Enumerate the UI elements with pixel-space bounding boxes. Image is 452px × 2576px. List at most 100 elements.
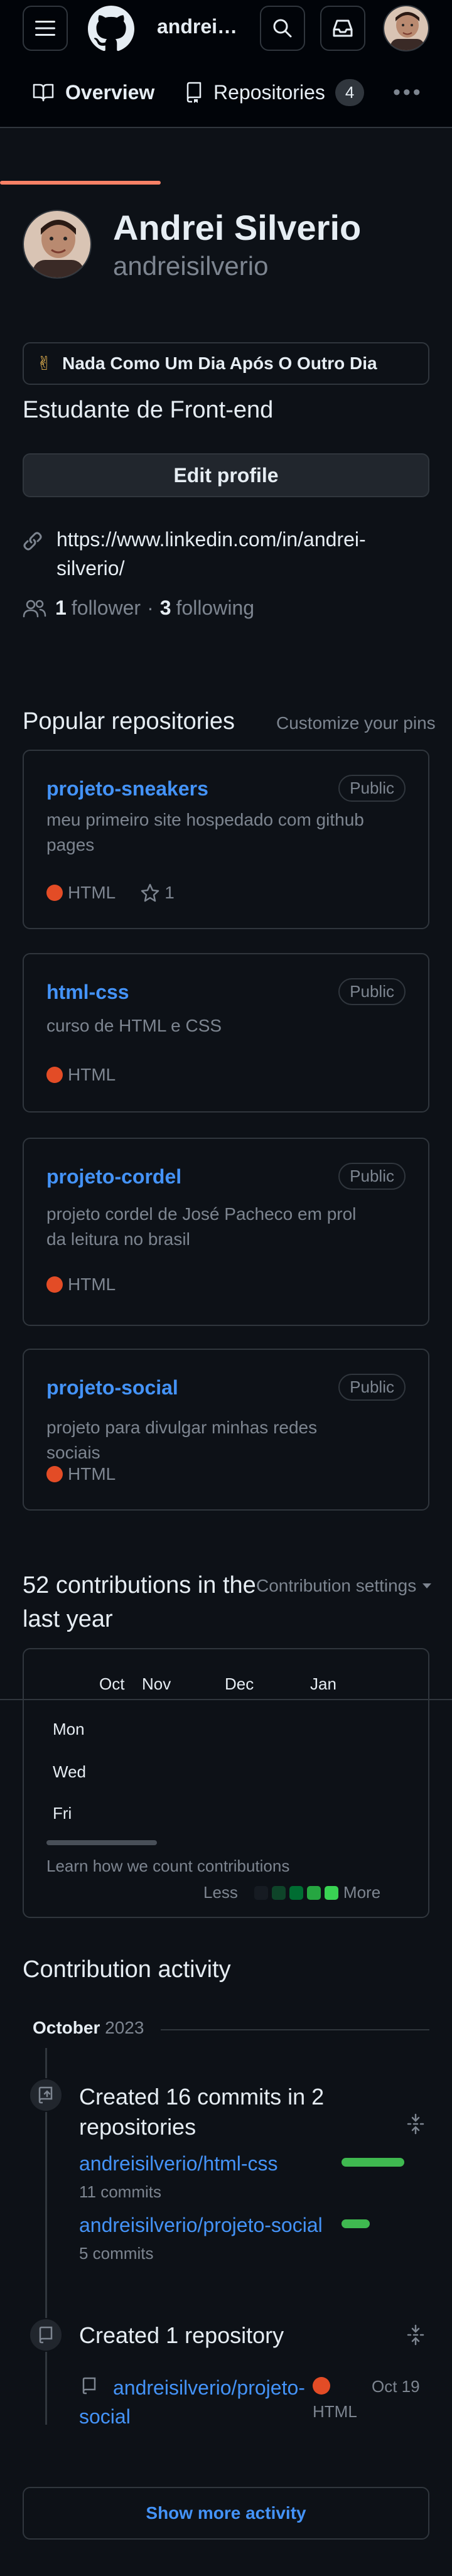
- link-icon: [23, 532, 42, 551]
- popular-repos-heading: Popular repositories: [23, 708, 235, 735]
- edit-profile-button[interactable]: Edit profile: [23, 453, 429, 497]
- kebab-horizontal-icon: •••: [393, 80, 423, 104]
- legend-less: Less: [203, 1883, 238, 1902]
- contribution-legend: Less More: [203, 1883, 380, 1902]
- created-repo-date: Oct 19: [372, 2377, 420, 2396]
- following-count: 3: [159, 596, 171, 619]
- created-repo-language-label: HTML: [313, 2402, 357, 2421]
- commit-share-bar: [342, 2158, 404, 2167]
- collapse-button[interactable]: [407, 2113, 424, 2138]
- link-icon-wrap: [23, 531, 43, 554]
- activity-month: October: [33, 2018, 100, 2037]
- status-text: Nada Como Um Dia Após O Outro Dia: [62, 353, 377, 373]
- github-logo[interactable]: [88, 6, 134, 52]
- follow-separator: ·: [147, 596, 154, 619]
- pinned-repo-card: projeto-social Public projeto para divul…: [23, 1349, 429, 1511]
- following-link[interactable]: 3 following: [160, 596, 254, 620]
- followers-link[interactable]: 1 follower: [55, 596, 141, 620]
- menu-button[interactable]: [23, 6, 68, 51]
- tab-repositories-label: Repositories: [213, 80, 325, 104]
- legend-cell: [289, 1885, 303, 1900]
- fold-icon: [407, 2113, 424, 2135]
- customize-pins-link[interactable]: Customize your pins: [276, 713, 436, 733]
- commit-count-link[interactable]: 5 commits: [79, 2244, 153, 2263]
- repo-icon: [39, 2326, 53, 2344]
- contributions-heading: 52 contributions in the last year: [23, 1572, 256, 1632]
- calendar-divider: [0, 1699, 452, 1700]
- followers-label: follower: [71, 596, 141, 619]
- repositories-count-badge: 4: [335, 78, 365, 106]
- more-tabs-button[interactable]: •••: [393, 80, 423, 105]
- weekday-label: Mon: [53, 1720, 85, 1738]
- stargazers-link[interactable]: 1: [141, 883, 175, 903]
- weekday-label: Wed: [53, 1762, 86, 1781]
- repo-link[interactable]: html-css: [46, 981, 129, 1004]
- repo-link[interactable]: projeto-cordel: [46, 1165, 181, 1188]
- avatar-image: [24, 211, 90, 278]
- repo-language: HTML: [68, 1464, 116, 1484]
- commit-count-link[interactable]: 11 commits: [79, 2182, 161, 2202]
- calendar-scrollbar[interactable]: [46, 1840, 157, 1845]
- star-count: 1: [164, 883, 175, 902]
- legend-cell: [324, 1885, 338, 1900]
- fold-icon: [407, 2324, 424, 2346]
- repo-language: HTML: [68, 1065, 116, 1084]
- top-header: andrei…: [0, 0, 452, 57]
- commit-repo-link[interactable]: andreisilverio/projeto-social: [79, 2214, 323, 2237]
- pinned-repo-card: projeto-cordel Public projeto cordel de …: [23, 1138, 429, 1326]
- show-more-activity-button[interactable]: Show more activity: [23, 2487, 429, 2540]
- legend-cell: [254, 1885, 268, 1900]
- tab-overview[interactable]: Overview: [33, 57, 154, 128]
- commit-activity-icon: [29, 2078, 63, 2112]
- search-button[interactable]: [260, 6, 305, 51]
- repo-language: HTML: [68, 1275, 116, 1294]
- repo-description: meu primeiro site hospedado com github p…: [46, 810, 364, 854]
- repo-description: projeto cordel de José Pacheco em prol d…: [46, 1204, 357, 1249]
- commits-activity-title: Created 16 commits in 2 repositories: [79, 2084, 325, 2140]
- month-divider: [161, 2029, 429, 2030]
- profile-login: andreisilverio: [113, 251, 269, 281]
- profile-avatar[interactable]: [23, 210, 92, 279]
- repo-meta: HTML: [46, 1065, 116, 1085]
- tab-repositories[interactable]: Repositories 4: [186, 57, 365, 128]
- hamburger-icon: [35, 21, 55, 36]
- commit-repo-link[interactable]: andreisilverio/html-css: [79, 2152, 278, 2175]
- profile-tabs: Overview Repositories 4 •••: [0, 57, 452, 185]
- profile-bio: Estudante de Front-end: [23, 397, 274, 423]
- status-message[interactable]: ✌ Nada Como Um Dia Após O Outro Dia: [23, 342, 429, 385]
- repo-icon: [186, 82, 202, 103]
- legend-cell: [271, 1885, 286, 1900]
- inbox-icon: [333, 19, 353, 37]
- repo-link[interactable]: projeto-social: [46, 1376, 178, 1399]
- following-label: following: [176, 596, 255, 619]
- header-avatar[interactable]: [383, 5, 429, 51]
- star-icon: [141, 883, 159, 902]
- contribution-settings-button[interactable]: Contribution settings: [256, 1576, 433, 1596]
- profile-website-link[interactable]: https://www.linkedin.com/in/andrei-silve…: [56, 525, 408, 583]
- language-color-dot: [46, 1067, 63, 1083]
- legend-cell: [306, 1885, 321, 1900]
- learn-contributions-link[interactable]: Learn how we count contributions: [46, 1857, 289, 1876]
- visibility-badge: Public: [338, 775, 406, 802]
- header-username[interactable]: andrei…: [157, 15, 237, 38]
- language-color-dot: [313, 2377, 330, 2395]
- collapse-button[interactable]: [407, 2324, 424, 2349]
- visibility-badge: Public: [338, 1163, 406, 1190]
- repo-meta: HTML: [46, 1275, 116, 1295]
- contribution-settings-label: Contribution settings: [256, 1576, 417, 1595]
- month-label: Dec: [225, 1674, 254, 1693]
- created-repo-link[interactable]: andreisilverio/projeto-social: [79, 2373, 311, 2431]
- people-icon: [23, 600, 46, 617]
- repo-language: HTML: [68, 883, 116, 902]
- visibility-badge: Public: [338, 978, 406, 1005]
- create-repo-activity-icon: [29, 2318, 63, 2352]
- repo-link[interactable]: projeto-sneakers: [46, 777, 208, 800]
- search-icon: [273, 19, 292, 38]
- follow-stats: 1 follower · 3 following: [23, 596, 254, 620]
- commit-share-bar: [342, 2219, 370, 2228]
- inbox-button[interactable]: [320, 6, 365, 51]
- month-label: Oct: [99, 1674, 125, 1693]
- created-repo-language: [313, 2377, 335, 2398]
- github-mark-icon: [88, 6, 134, 51]
- profile-full-name: Andrei Silverio: [113, 208, 362, 247]
